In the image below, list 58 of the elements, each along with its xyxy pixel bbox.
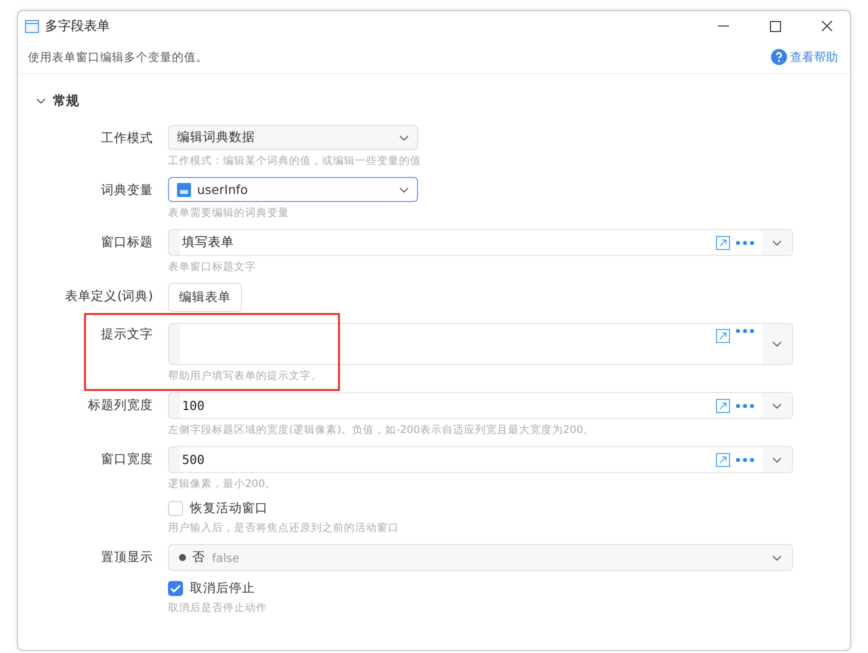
field-hint: 用户输入后，是否将焦点还原到之前的活动窗口 — [168, 521, 400, 535]
help-icon — [771, 49, 787, 65]
field-hint: 工作模式：编辑某个词典的值，或编辑一些变量的值 — [168, 154, 422, 168]
more-icon[interactable] — [736, 404, 754, 408]
field-label: 表单定义(词典) — [64, 287, 153, 305]
window-icon — [25, 20, 39, 32]
chevron-down-icon — [399, 186, 409, 192]
open-editor-icon[interactable] — [716, 329, 730, 343]
dialog-description: 使用表单窗口编辑多个变量的值。 — [28, 50, 208, 64]
dropdown[interactable]: userInfo — [168, 177, 418, 202]
open-editor-icon[interactable] — [716, 236, 730, 250]
chevron-down-icon — [772, 554, 782, 560]
chevron-down-icon — [772, 402, 782, 408]
checkbox[interactable] — [168, 501, 183, 516]
dropdown[interactable]: 编辑词典数据 — [168, 125, 418, 150]
dropdown-button[interactable] — [762, 393, 792, 418]
chevron-down-icon — [772, 456, 782, 462]
open-editor-icon[interactable] — [716, 398, 730, 412]
more-icon[interactable] — [736, 458, 754, 462]
expression-field[interactable]: 100 — [168, 392, 793, 419]
dictionary-icon — [177, 182, 191, 196]
field-label: 提示文字 — [100, 325, 153, 343]
section-header[interactable]: 常规 — [36, 92, 79, 110]
minimize-icon — [718, 25, 728, 27]
help-link[interactable]: 查看帮助 — [771, 48, 838, 66]
window-title: 多字段表单 — [45, 18, 111, 35]
field-label: 窗口宽度 — [100, 450, 153, 468]
open-editor-icon[interactable] — [716, 452, 730, 466]
field-hint: 左侧字段标题区域的宽度(逻辑像素)。负值，如-200表示自适应列宽且最大宽度为200。 — [168, 423, 596, 437]
chevron-down-icon — [399, 134, 409, 140]
field-label: 工作模式 — [100, 129, 153, 147]
dot-icon — [179, 554, 186, 561]
expression-field[interactable] — [168, 323, 793, 365]
field-hint: 表单需要编辑的词典变量 — [168, 206, 290, 220]
chevron-down-icon — [772, 240, 782, 246]
more-icon[interactable] — [736, 240, 754, 244]
close-icon — [821, 20, 833, 32]
dropdown-button[interactable] — [762, 230, 792, 255]
field-hint: 帮助用户填写表单的提示文字。 — [168, 369, 323, 383]
field-hint: 取消后是否停止动作 — [168, 601, 268, 615]
expression-field[interactable]: 500 — [168, 446, 793, 473]
chevron-down-icon — [772, 341, 782, 347]
field-label: 词典变量 — [100, 181, 153, 199]
field-label: 标题列宽度 — [87, 396, 153, 414]
more-icon[interactable] — [736, 329, 754, 333]
dropdown-button[interactable] — [762, 447, 792, 472]
checkbox[interactable] — [168, 581, 183, 596]
field-hint: 逻辑像素，最小200。 — [168, 477, 278, 491]
checkbox-label[interactable]: 恢复活动窗口 — [190, 500, 268, 517]
chevron-down-icon — [36, 98, 46, 104]
field-label: 置顶显示 — [100, 548, 153, 566]
edit-form-button[interactable]: 编辑表单 — [168, 283, 242, 312]
field-label: 窗口标题 — [100, 233, 153, 251]
field-hint: 表单窗口标题文字 — [168, 260, 257, 274]
boolean-dropdown[interactable]: 否 false — [168, 544, 793, 571]
checkbox-label[interactable]: 取消后停止 — [190, 580, 255, 597]
expression-field[interactable]: 填写表单 — [168, 229, 793, 256]
maximize-icon — [770, 20, 780, 32]
